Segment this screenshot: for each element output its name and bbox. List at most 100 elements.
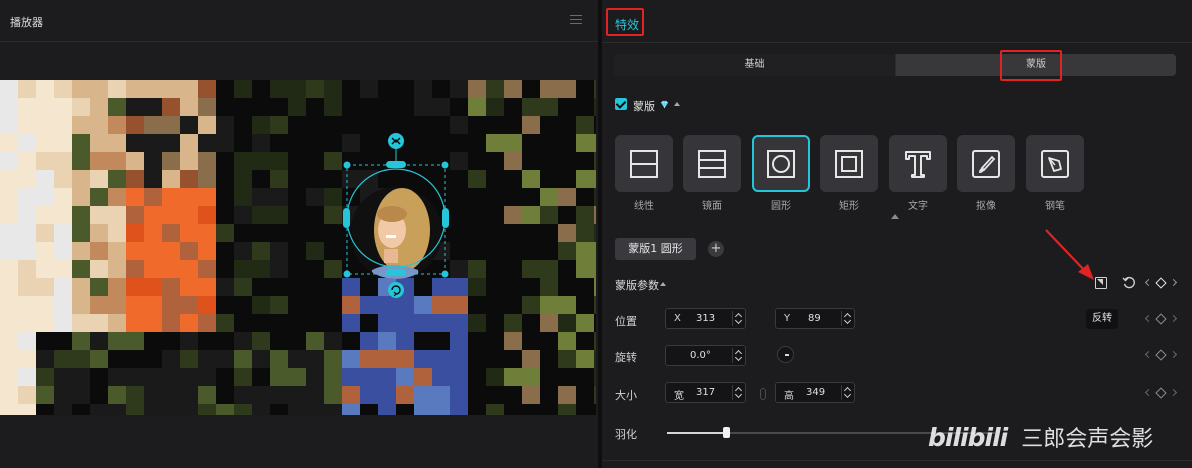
mosaic-tile bbox=[468, 80, 486, 98]
shape-linear[interactable] bbox=[615, 135, 673, 192]
mosaic-tile bbox=[234, 134, 252, 152]
mosaic-tile bbox=[126, 134, 144, 152]
mosaic-tile bbox=[468, 404, 486, 415]
red-arrow-annotation bbox=[1045, 229, 1094, 280]
mosaic-tile bbox=[468, 98, 486, 116]
shape-cutout[interactable] bbox=[957, 135, 1015, 192]
mosaic-tile bbox=[144, 314, 162, 332]
caret-up-icon[interactable] bbox=[674, 102, 680, 106]
mosaic-tile bbox=[108, 116, 126, 134]
link-ratio-icon[interactable] bbox=[760, 388, 766, 400]
keyframe-diamond-icon bbox=[1155, 349, 1167, 361]
mosaic-tile bbox=[234, 242, 252, 260]
keyframe-nav-params[interactable] bbox=[1144, 277, 1178, 290]
tab-effects[interactable]: 特效 bbox=[606, 8, 644, 36]
mosaic-tile bbox=[252, 152, 270, 170]
mosaic-tile bbox=[486, 350, 504, 368]
mosaic-tile bbox=[450, 278, 468, 296]
mosaic-tile bbox=[144, 242, 162, 260]
mosaic-tile bbox=[342, 296, 360, 314]
mosaic-tile bbox=[396, 314, 414, 332]
stepper-icon[interactable] bbox=[732, 348, 743, 363]
video-preview[interactable] bbox=[0, 80, 596, 415]
caret-up-icon bbox=[891, 214, 899, 219]
mask-chip[interactable]: 蒙版1 圆形 bbox=[615, 238, 696, 260]
mosaic-tile bbox=[36, 386, 54, 404]
mosaic-tile bbox=[36, 314, 54, 332]
mosaic-tile bbox=[162, 386, 180, 404]
mosaic-tile bbox=[180, 152, 198, 170]
mosaic-tile bbox=[360, 350, 378, 368]
mosaic-tile bbox=[450, 80, 468, 98]
mosaic-tile bbox=[396, 332, 414, 350]
segment-basic[interactable]: 基础 bbox=[614, 54, 895, 76]
mosaic-tile bbox=[270, 350, 288, 368]
keyframe-nav-size[interactable] bbox=[1144, 387, 1178, 400]
stepper-icon[interactable] bbox=[732, 311, 743, 326]
invert-icon[interactable] bbox=[1095, 277, 1107, 289]
position-label: 位置 bbox=[615, 315, 637, 328]
mosaic-tile bbox=[108, 98, 126, 116]
caret-up-icon[interactable] bbox=[660, 282, 666, 286]
mosaic-tile bbox=[90, 386, 108, 404]
stepper-icon[interactable] bbox=[732, 385, 743, 400]
mosaic-tile bbox=[522, 332, 540, 350]
mosaic-tile bbox=[504, 278, 522, 296]
shape-text[interactable] bbox=[889, 135, 947, 192]
mosaic-tile bbox=[108, 350, 126, 368]
mosaic-tile bbox=[90, 242, 108, 260]
mosaic-tile bbox=[396, 368, 414, 386]
pixelated-video-frame bbox=[0, 80, 596, 415]
size-height-field[interactable]: 高 349 bbox=[775, 382, 855, 403]
mosaic-tile bbox=[504, 152, 522, 170]
shape-rectangle[interactable] bbox=[820, 135, 878, 192]
mosaic-tile bbox=[504, 260, 522, 278]
mosaic-tile bbox=[522, 80, 540, 98]
mosaic-tile bbox=[216, 350, 234, 368]
mosaic-tile bbox=[522, 350, 540, 368]
keyframe-nav-rotation[interactable] bbox=[1144, 349, 1178, 362]
rotation-field[interactable]: 0.0° bbox=[665, 345, 746, 366]
stepper-icon[interactable] bbox=[841, 311, 852, 326]
mosaic-tile bbox=[522, 296, 540, 314]
mosaic-tile bbox=[180, 368, 198, 386]
position-y-field[interactable]: Y 89 bbox=[775, 308, 855, 329]
mosaic-tile bbox=[486, 404, 504, 415]
rotation-knob[interactable] bbox=[777, 346, 794, 363]
position-x-field[interactable]: X 313 bbox=[665, 308, 746, 329]
mask-checkbox[interactable] bbox=[615, 98, 627, 110]
mosaic-tile bbox=[54, 314, 72, 332]
mosaic-tile bbox=[468, 314, 486, 332]
size-width-field[interactable]: 宽 317 bbox=[665, 382, 746, 403]
mosaic-tile bbox=[558, 278, 576, 296]
mosaic-tile bbox=[162, 242, 180, 260]
mosaic-tile bbox=[108, 134, 126, 152]
mosaic-tile bbox=[198, 152, 216, 170]
mosaic-tile bbox=[108, 170, 126, 188]
shape-mirror[interactable] bbox=[683, 135, 741, 192]
mosaic-tile bbox=[324, 152, 342, 170]
mosaic-tile bbox=[126, 98, 144, 116]
mosaic-tile bbox=[198, 368, 216, 386]
shape-pen[interactable] bbox=[1026, 135, 1084, 192]
segment-mask[interactable]: 蒙版 bbox=[896, 54, 1176, 76]
mosaic-tile bbox=[198, 242, 216, 260]
mosaic-tile bbox=[90, 314, 108, 332]
mosaic-tile bbox=[90, 116, 108, 134]
keyframe-nav-position[interactable] bbox=[1144, 313, 1178, 326]
mosaic-tile bbox=[306, 170, 324, 188]
stepper-icon[interactable] bbox=[841, 385, 852, 400]
menu-icon[interactable] bbox=[570, 13, 582, 25]
mosaic-tile bbox=[342, 188, 360, 206]
feather-slider-thumb[interactable] bbox=[723, 427, 730, 438]
mosaic-tile bbox=[90, 80, 108, 98]
reset-icon[interactable] bbox=[1122, 276, 1136, 290]
mosaic-tile bbox=[198, 134, 216, 152]
divider bbox=[602, 42, 1192, 43]
add-mask-button[interactable]: + bbox=[708, 241, 724, 257]
size-label: 大小 bbox=[615, 389, 637, 402]
mosaic-tile bbox=[216, 98, 234, 116]
shape-circle[interactable] bbox=[752, 135, 810, 192]
mosaic-tile bbox=[324, 350, 342, 368]
mosaic-tile bbox=[18, 188, 36, 206]
